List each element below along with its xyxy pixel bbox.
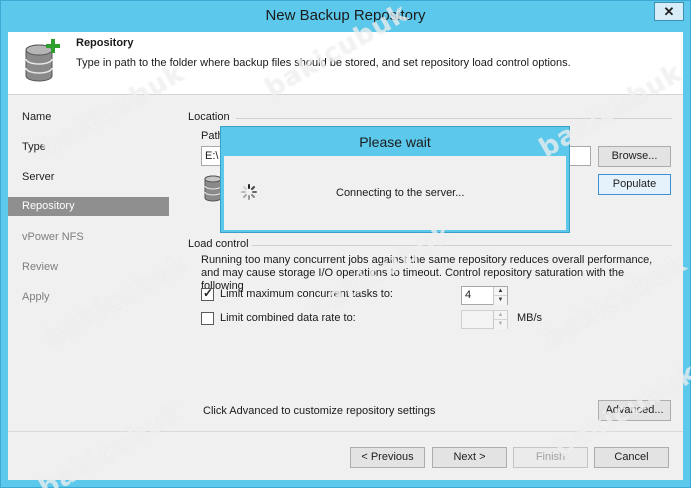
- cancel-button[interactable]: Cancel: [594, 447, 669, 468]
- dialog-message: Connecting to the server...: [336, 187, 465, 199]
- next-button[interactable]: Next >: [432, 447, 507, 468]
- step-vpower-nfs: vPower NFS: [22, 231, 84, 243]
- concurrent-tasks-stepper[interactable]: 4 ▲ ▼: [461, 286, 508, 305]
- step-server[interactable]: Server: [8, 168, 169, 187]
- populate-button[interactable]: Populate: [598, 174, 671, 195]
- page-description: Type in path to the folder where backup …: [76, 57, 571, 69]
- step-name[interactable]: Name: [8, 108, 169, 127]
- spin-down-icon[interactable]: ▼: [493, 320, 507, 329]
- spin-up-icon[interactable]: ▲: [493, 311, 507, 320]
- dialog-body: Connecting to the server...: [224, 156, 566, 230]
- close-button[interactable]: ✕: [654, 2, 684, 21]
- load-control-section-label: Load control: [188, 238, 249, 250]
- location-section-label: Location: [188, 111, 230, 123]
- wizard-steps: Name Type Server Repository vPower NFS R…: [8, 95, 178, 431]
- footer-divider: [8, 431, 683, 432]
- wizard-window: New Backup Repository ✕ Repository Type …: [0, 0, 691, 488]
- advanced-button[interactable]: Advanced...: [598, 400, 671, 421]
- rate-unit-label: MB/s: [517, 312, 543, 324]
- wizard-header: Repository Type in path to the folder wh…: [8, 32, 683, 95]
- previous-button[interactable]: < Previous: [350, 447, 425, 468]
- finish-button: Finish: [513, 447, 588, 468]
- limit-rate-label: Limit combined data rate to:: [220, 312, 356, 324]
- step-review: Review: [22, 261, 59, 273]
- limit-tasks-label: Limit maximum concurrent tasks to:: [220, 288, 393, 300]
- window-title: New Backup Repository: [265, 7, 426, 24]
- step-apply: Apply: [22, 291, 50, 303]
- dialog-title: Please wait: [359, 134, 431, 150]
- please-wait-dialog: Please wait Connecting to the server...: [220, 126, 570, 233]
- step-type[interactable]: Type: [8, 138, 169, 157]
- data-rate-stepper[interactable]: ▲ ▼: [461, 310, 508, 329]
- concurrent-tasks-value: 4: [465, 289, 472, 301]
- load-control-divider: [252, 245, 672, 246]
- spin-down-icon[interactable]: ▼: [493, 296, 507, 305]
- checkmark-icon: ✓: [203, 286, 214, 300]
- database-add-icon: [25, 39, 60, 82]
- limit-rate-checkbox[interactable]: [201, 312, 214, 325]
- loading-spinner-icon: [241, 184, 257, 200]
- step-repository[interactable]: Repository: [8, 197, 169, 216]
- location-divider: [236, 118, 672, 119]
- spin-up-icon[interactable]: ▲: [493, 287, 507, 296]
- browse-button[interactable]: Browse...: [598, 146, 671, 167]
- advanced-hint: Click Advanced to customize repository s…: [203, 405, 436, 417]
- page-title: Repository: [76, 37, 134, 49]
- title-bar: New Backup Repository ✕: [1, 1, 690, 32]
- wizard-content: Repository Type in path to the folder wh…: [8, 32, 683, 480]
- limit-tasks-checkbox[interactable]: ✓: [201, 286, 214, 301]
